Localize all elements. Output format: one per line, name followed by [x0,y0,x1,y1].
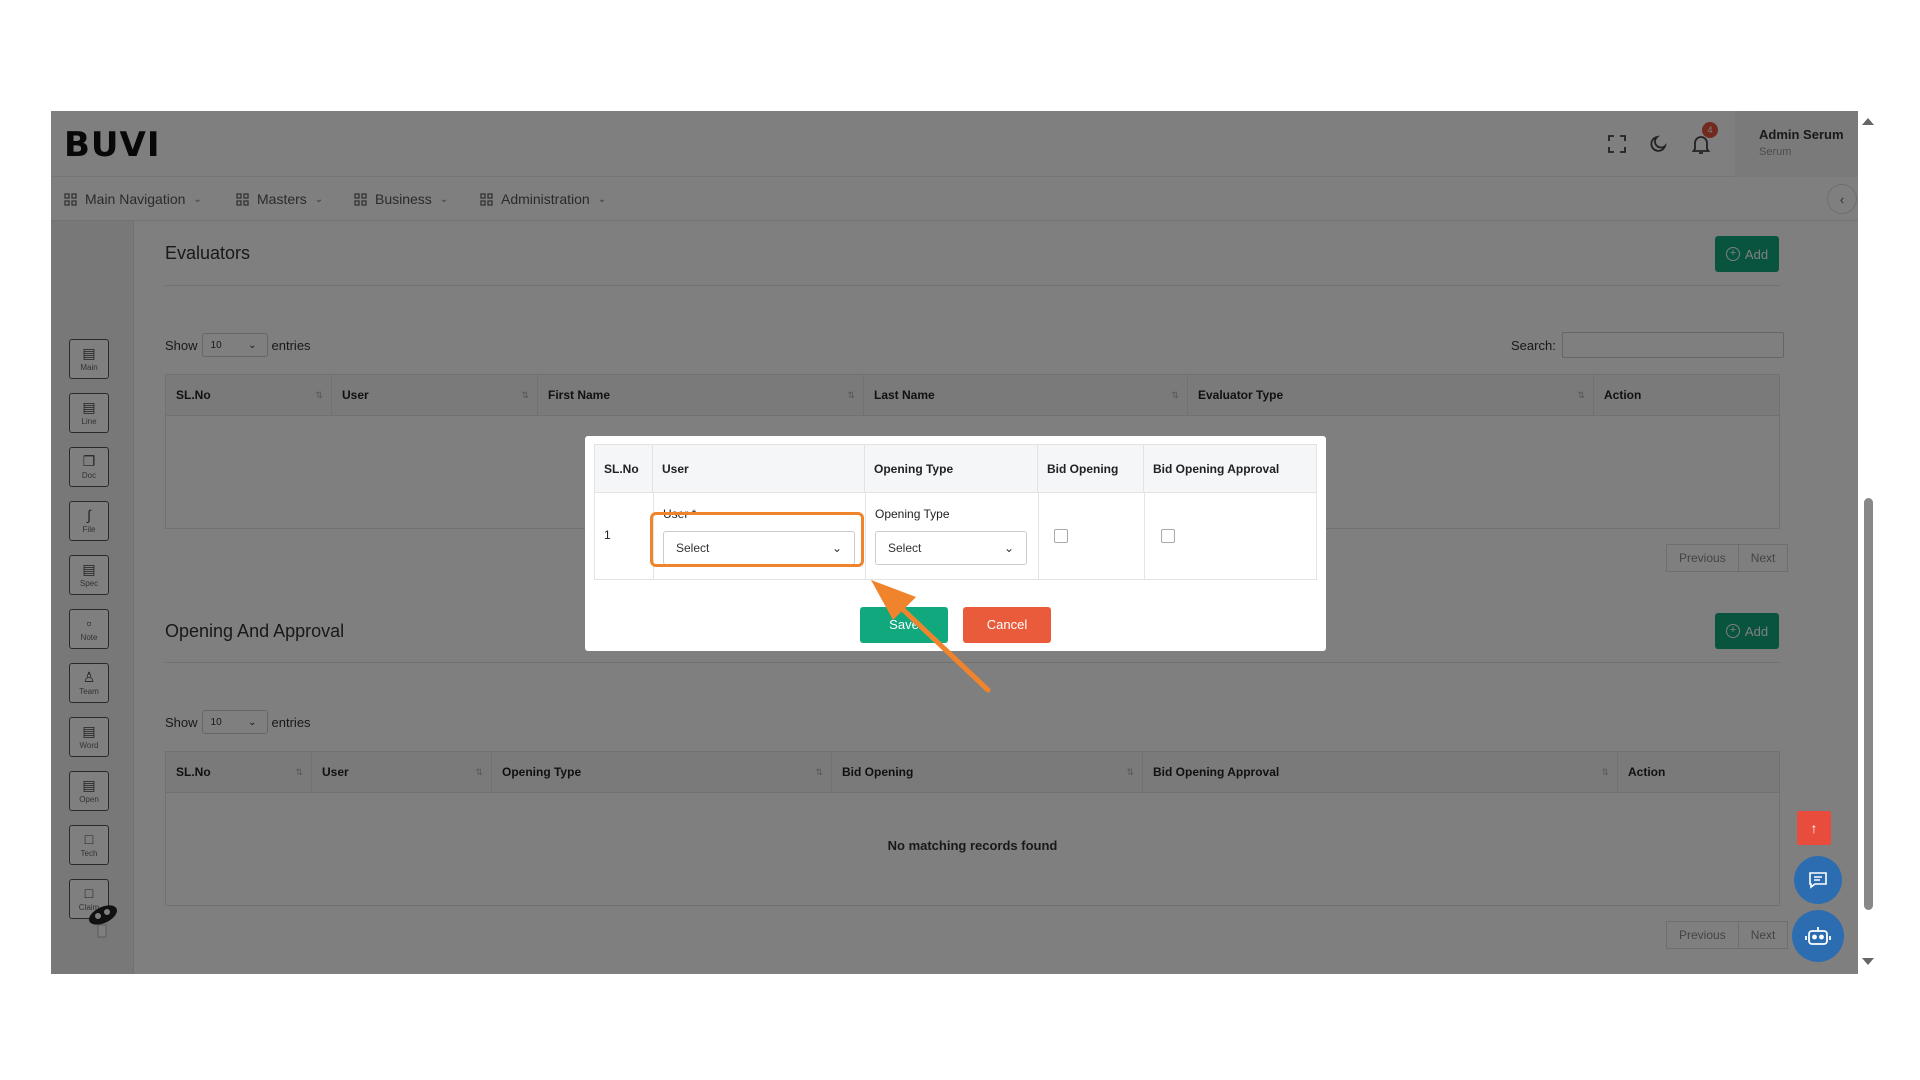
chat-icon [1809,872,1827,889]
scroll-to-top-button[interactable]: ↑ [1797,811,1831,845]
divider [865,493,866,579]
opening-type-field-label: Opening Type [875,507,950,521]
user-select-highlight [650,512,864,567]
arrow-up-icon: ↑ [1810,820,1818,836]
opening-type-select[interactable]: Select ⌄ [875,531,1027,565]
column-header: Bid Opening Approval [1153,462,1280,476]
column-header: Opening Type [865,445,1038,493]
chevron-down-icon: ⌄ [1003,541,1014,555]
divider [1144,493,1145,579]
add-opening-modal: SL.No User Opening Type Bid Opening Bid … [585,436,1326,651]
chat-button[interactable] [1794,856,1842,904]
save-button[interactable]: Save [860,607,948,643]
cancel-button[interactable]: Cancel [963,607,1051,643]
select-value: Select [888,541,922,555]
robot-icon [1805,927,1831,945]
column-header: User [653,445,865,493]
chatbot-button[interactable] [1792,910,1844,962]
modal-table-header: SL.No User Opening Type Bid Opening Bid … [595,445,1316,493]
scroll-up-arrow-icon[interactable] [1862,118,1874,125]
divider [1038,493,1039,579]
column-header: SL.No [595,445,653,493]
bid-opening-checkbox[interactable] [1054,529,1068,543]
row-number: 1 [604,528,611,542]
bid-opening-approval-checkbox[interactable] [1161,529,1175,543]
scroll-down-arrow-icon[interactable] [1862,958,1874,965]
scrollbar-thumb[interactable] [1864,498,1873,910]
column-header: Bid Opening [1038,445,1144,493]
